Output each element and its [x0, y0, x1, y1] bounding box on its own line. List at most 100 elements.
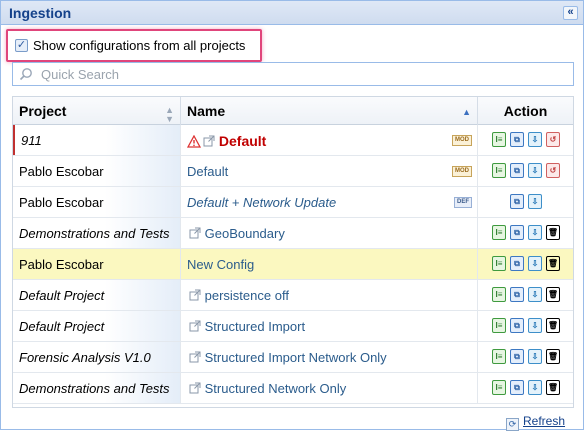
copy-icon[interactable]: ⧉ — [510, 132, 524, 147]
show-all-projects-highlight: ✓ Show configurations from all projects — [6, 29, 262, 62]
config-name-label[interactable]: Default + Network Update — [187, 195, 336, 210]
quick-search-input[interactable] — [41, 65, 561, 83]
sort-ascending-icon: ▲ — [462, 107, 471, 117]
delete-icon[interactable]: 🗑 — [546, 349, 560, 364]
delete-icon[interactable]: 🗑 — [546, 380, 560, 395]
name-cell[interactable]: Structured Network Only — [181, 373, 478, 403]
external-link-icon — [189, 351, 201, 363]
delete-icon[interactable]: 🗑 — [546, 256, 560, 271]
table-row[interactable]: Pablo Escobar Default + Network Update DEF… — [13, 187, 573, 218]
table-row[interactable]: Default Project persistence off I≡ ⧉ ⇩ 🗑 — [13, 280, 573, 311]
name-cell[interactable]: GeoBoundary — [181, 218, 478, 248]
copy-icon[interactable]: ⧉ — [510, 256, 524, 271]
copy-icon[interactable]: ⧉ — [510, 349, 524, 364]
edit-icon[interactable]: I≡ — [492, 256, 506, 271]
action-cell: I≡ ⧉ ⇩ 🗑 — [478, 342, 573, 372]
copy-icon[interactable]: ⧉ — [510, 287, 524, 302]
config-name-label[interactable]: persistence off — [205, 288, 289, 303]
show-all-projects-checkbox[interactable]: ✓ — [15, 39, 28, 52]
action-cell: I≡ ⧉ ⇩ ↺ — [478, 156, 573, 186]
show-all-projects-label[interactable]: Show configurations from all projects — [33, 38, 245, 53]
action-cell: I≡ ⧉ ⇩ 🗑 — [478, 311, 573, 341]
config-name-label[interactable]: Structured Import Network Only — [205, 350, 387, 365]
column-header-name[interactable]: Name ▲ — [181, 97, 478, 125]
table-row[interactable]: Demonstrations and Tests GeoBoundary I≡ ⧉ ⇩… — [13, 218, 573, 249]
external-link-icon — [189, 227, 201, 239]
export-icon[interactable]: ⇩ — [528, 132, 542, 147]
export-icon[interactable]: ⇩ — [528, 287, 542, 302]
name-cell[interactable]: Structured Import — [181, 311, 478, 341]
sort-both-icon: ▲ ▼ — [165, 105, 174, 124]
mod-badge: MOD — [452, 166, 472, 177]
table-row[interactable]: Forensic Analysis V1.0 Structured Import… — [13, 342, 573, 373]
column-label-name: Name — [187, 103, 226, 119]
action-cell: I≡ ⧉ ⇩ ↺ — [478, 125, 573, 155]
config-name-label[interactable]: Default — [219, 133, 266, 149]
panel-title: Ingestion — [9, 5, 72, 21]
name-cell[interactable]: Default + Network Update — [181, 187, 478, 217]
project-cell: Default Project — [13, 311, 181, 341]
table-row[interactable]: Default Project Structured Import I≡ ⧉ ⇩ 🗑 — [13, 311, 573, 342]
export-icon[interactable]: ⇩ — [528, 163, 542, 178]
copy-icon[interactable]: ⧉ — [510, 163, 524, 178]
edit-icon[interactable]: I≡ — [492, 380, 506, 395]
name-cell[interactable]: Default — [181, 125, 478, 155]
config-name-label[interactable]: Structured Import — [205, 319, 305, 334]
reset-icon[interactable]: ↺ — [546, 132, 560, 147]
copy-icon[interactable]: ⧉ — [510, 380, 524, 395]
project-cell: Pablo Escobar — [13, 156, 181, 186]
project-cell: 911 — [13, 125, 181, 155]
project-cell: Pablo Escobar — [13, 187, 181, 217]
refresh-button[interactable]: ⟳ Refresh — [506, 414, 566, 431]
external-link-icon — [189, 382, 201, 394]
config-name-label[interactable]: Default — [187, 164, 228, 179]
edit-icon[interactable]: I≡ — [492, 132, 506, 147]
external-link-icon — [189, 320, 201, 332]
def-badge: DEF — [454, 197, 472, 208]
name-cell[interactable]: Default — [181, 156, 478, 186]
name-cell[interactable]: persistence off — [181, 280, 478, 310]
project-cell: Demonstrations and Tests — [13, 218, 181, 248]
grid-header: Project ▲ ▼ Name ▲ Action — [13, 97, 573, 125]
table-row[interactable]: 911 Default MOD I≡ ⧉ ⇩ ↺ — [13, 125, 573, 156]
export-icon[interactable]: ⇩ — [528, 225, 542, 240]
copy-icon[interactable]: ⧉ — [510, 194, 524, 209]
action-cell: I≡ ⧉ ⇩ 🗑 — [478, 280, 573, 310]
collapse-icon[interactable]: « — [563, 6, 578, 20]
name-cell[interactable]: Structured Import Network Only — [181, 342, 478, 372]
config-name-label[interactable]: Structured Network Only — [205, 381, 347, 396]
project-cell: Forensic Analysis V1.0 — [13, 342, 181, 372]
action-cell: I≡ ⧉ ⇩ 🗑 — [478, 218, 573, 248]
edit-icon[interactable]: I≡ — [492, 349, 506, 364]
export-icon[interactable]: ⇩ — [528, 380, 542, 395]
name-cell[interactable]: New Config — [181, 249, 478, 279]
edit-icon[interactable]: I≡ — [492, 163, 506, 178]
export-icon[interactable]: ⇩ — [528, 318, 542, 333]
table-row[interactable]: Demonstrations and Tests Structured Netw… — [13, 373, 573, 404]
quick-search-box — [12, 62, 574, 86]
edit-icon[interactable]: I≡ — [492, 287, 506, 302]
warning-icon — [187, 135, 201, 148]
reset-icon[interactable]: ↺ — [546, 163, 560, 178]
edit-icon[interactable]: I≡ — [492, 225, 506, 240]
config-name-label[interactable]: New Config — [187, 257, 254, 272]
action-cell: I≡ ⧉ ⇩ 🗑 — [478, 249, 573, 279]
column-header-project[interactable]: Project ▲ ▼ — [13, 97, 181, 125]
table-row[interactable]: Pablo Escobar New Config I≡ ⧉ ⇩ 🗑 — [13, 249, 573, 280]
refresh-label: Refresh — [523, 414, 566, 428]
configurations-grid: Project ▲ ▼ Name ▲ Action 911 Default MOD I… — [12, 96, 574, 408]
delete-icon[interactable]: 🗑 — [546, 225, 560, 240]
delete-icon[interactable]: 🗑 — [546, 287, 560, 302]
action-cell: ⧉ ⇩ — [478, 187, 573, 217]
export-icon[interactable]: ⇩ — [528, 349, 542, 364]
export-icon[interactable]: ⇩ — [528, 194, 542, 209]
copy-icon[interactable]: ⧉ — [510, 318, 524, 333]
panel-header: Ingestion « — [1, 1, 583, 25]
export-icon[interactable]: ⇩ — [528, 256, 542, 271]
table-row[interactable]: Pablo Escobar Default MOD I≡ ⧉ ⇩ ↺ — [13, 156, 573, 187]
copy-icon[interactable]: ⧉ — [510, 225, 524, 240]
config-name-label[interactable]: GeoBoundary — [205, 226, 285, 241]
delete-icon[interactable]: 🗑 — [546, 318, 560, 333]
project-cell: Pablo Escobar — [13, 249, 181, 279]
edit-icon[interactable]: I≡ — [492, 318, 506, 333]
